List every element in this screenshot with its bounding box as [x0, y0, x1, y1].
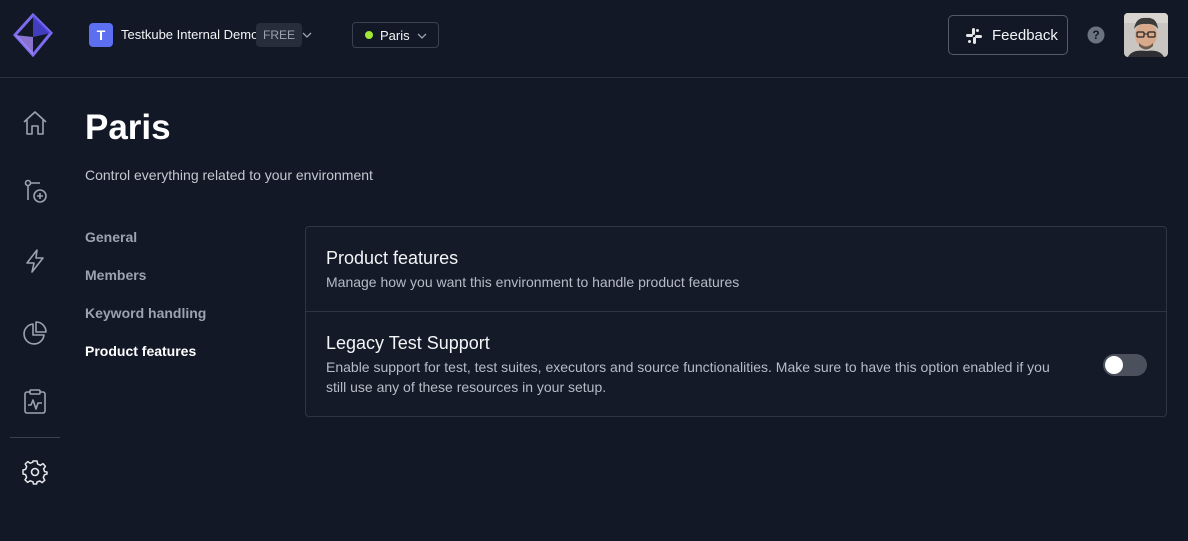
sidebar-divider	[10, 437, 60, 438]
sidebar	[0, 78, 70, 541]
settings-nav-keyword-handling[interactable]: Keyword handling	[85, 305, 206, 321]
help-icon[interactable]: ?	[1087, 26, 1105, 44]
org-name[interactable]: Testkube Internal Demo	[121, 27, 258, 42]
toggle-knob	[1105, 356, 1123, 374]
environment-status-dot	[365, 31, 373, 39]
product-features-panel: Product features Manage how you want thi…	[305, 226, 1167, 417]
panel-header: Product features Manage how you want thi…	[306, 227, 1166, 312]
environment-name: Paris	[380, 28, 410, 43]
gear-icon[interactable]	[22, 459, 48, 485]
environment-selector[interactable]: Paris	[352, 22, 439, 48]
panel-description: Manage how you want this environment to …	[326, 274, 740, 290]
chevron-down-icon[interactable]	[301, 29, 313, 41]
slack-icon	[966, 28, 982, 44]
settings-nav-product-features[interactable]: Product features	[85, 343, 196, 359]
legacy-test-support-description: Enable support for test, test suites, ex…	[326, 359, 1050, 395]
top-bar: T Testkube Internal Demo FREE Paris Feed…	[0, 0, 1188, 78]
page-title: Paris	[85, 108, 171, 147]
legacy-test-support-toggle[interactable]	[1103, 354, 1147, 376]
clipboard-monitor-icon[interactable]	[22, 388, 48, 414]
plan-badge: FREE	[256, 23, 303, 47]
feedback-button[interactable]: Feedback	[948, 15, 1068, 55]
panel-title: Product features	[326, 248, 459, 268]
add-test-icon[interactable]	[22, 178, 48, 204]
org-avatar[interactable]: T	[89, 23, 113, 47]
pie-chart-icon[interactable]	[22, 320, 48, 346]
page-subtitle: Control everything related to your envir…	[85, 167, 373, 183]
legacy-test-support-title: Legacy Test Support	[326, 333, 490, 353]
user-photo	[1124, 13, 1168, 57]
feedback-label: Feedback	[992, 27, 1058, 44]
lightning-icon[interactable]	[22, 248, 48, 274]
testkube-logo-icon[interactable]	[13, 13, 53, 57]
chevron-down-icon	[417, 33, 427, 39]
settings-nav-members[interactable]: Members	[85, 267, 146, 283]
settings-nav-general[interactable]: General	[85, 229, 137, 245]
svg-text:?: ?	[1092, 28, 1099, 42]
home-icon[interactable]	[22, 110, 48, 136]
user-avatar[interactable]	[1124, 13, 1168, 57]
